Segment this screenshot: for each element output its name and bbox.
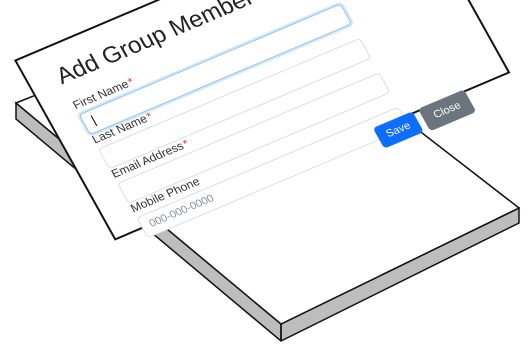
text-caret bbox=[90, 115, 98, 127]
perspective-stage: Add Group Member × First Name* Last Name… bbox=[0, 0, 531, 349]
